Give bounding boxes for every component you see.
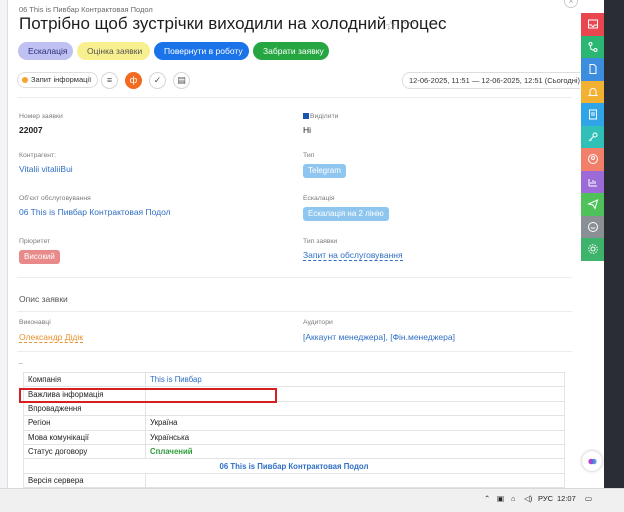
tray-app-icon[interactable]: ▣ bbox=[497, 494, 504, 503]
check-icon[interactable]: ✓ bbox=[149, 72, 166, 89]
table-key: Компанія bbox=[23, 371, 146, 388]
page-title: Потрібно щоб зустрічки виходили на холод… bbox=[19, 14, 447, 33]
important-info-highlight bbox=[19, 388, 277, 403]
rate-ticket-button[interactable]: Оцінка заявки bbox=[77, 42, 150, 60]
escalation-badge[interactable]: Ескалація на 2 лінію bbox=[303, 207, 389, 221]
escalation-label: Ескалація bbox=[303, 195, 335, 202]
ticket-number: 22007 bbox=[19, 125, 43, 135]
table-row: Регіон Україна bbox=[23, 415, 565, 431]
user-icon[interactable] bbox=[581, 148, 604, 171]
table-row: Компанія This is Пивбар bbox=[23, 371, 565, 388]
table-key: Мова комунікації bbox=[23, 429, 146, 445]
document-icon[interactable] bbox=[581, 58, 604, 81]
notifications-icon[interactable]: ▭ bbox=[585, 494, 592, 503]
contractor-link[interactable]: Vitalii vitaliiBui bbox=[19, 164, 73, 174]
service-object-link[interactable]: 06 This is Пивбар Контрактовая Подол bbox=[19, 207, 171, 217]
table-key: Версія сервера bbox=[23, 472, 146, 488]
separator-dash: – bbox=[19, 360, 23, 367]
auditors-label: Аудитори bbox=[303, 319, 333, 326]
inbox-icon[interactable] bbox=[581, 13, 604, 36]
priority-badge[interactable]: Високий bbox=[19, 250, 60, 264]
divider bbox=[17, 351, 572, 352]
request-info-label: Запит інформації bbox=[31, 75, 92, 84]
table-merged-heading: 06 This is Пивбар Контрактовая Подол bbox=[23, 458, 565, 474]
ticket-panel: × 06 This is Пивбар Контрактовая Подол П… bbox=[9, 0, 580, 488]
divider bbox=[17, 311, 572, 312]
table-key: Регіон bbox=[23, 415, 146, 431]
table-value bbox=[145, 400, 565, 417]
escalation-button[interactable]: Ескалація bbox=[18, 42, 73, 60]
breadcrumb[interactable]: 06 This is Пивбар Контрактовая Подол bbox=[19, 5, 153, 14]
language-indicator[interactable]: РУС bbox=[538, 494, 553, 503]
return-to-work-button[interactable]: Повернути в роботу bbox=[154, 42, 249, 60]
table-row: Статус договору Сплачений bbox=[23, 443, 565, 460]
bell-icon[interactable] bbox=[581, 80, 604, 103]
send-icon[interactable] bbox=[581, 193, 604, 216]
more-options-icon[interactable]: ⋯ bbox=[403, 15, 417, 31]
contractor-label: Контрагент: bbox=[19, 152, 57, 159]
highlight-label: Виділити bbox=[303, 113, 338, 120]
table-row: Версія сервера bbox=[23, 472, 565, 488]
gear-icon[interactable] bbox=[581, 238, 604, 261]
note-icon[interactable]: ▤ bbox=[173, 72, 190, 89]
date-range-display[interactable]: 12-06-2025, 11:51 — 12-06-2025, 12:51 (С… bbox=[402, 72, 580, 89]
divider bbox=[17, 277, 572, 278]
request-info-button[interactable]: Запит інформації bbox=[17, 72, 99, 88]
windows-taskbar: ⌃ ▣ ⌂ ◁) РУС 12:07 ▭ bbox=[0, 488, 624, 512]
description-title: Опис заявки bbox=[19, 294, 68, 304]
table-value[interactable]: This is Пивбар bbox=[145, 371, 565, 388]
volume-icon[interactable]: ◁) bbox=[524, 494, 532, 503]
table-row: 06 This is Пивбар Контрактовая Подол bbox=[23, 458, 565, 474]
chat-icon[interactable] bbox=[581, 215, 604, 238]
type-badge[interactable]: Telegram bbox=[303, 164, 346, 178]
clipboard-icon[interactable] bbox=[581, 103, 604, 126]
ticket-type-label: Тип заявки bbox=[303, 238, 338, 245]
right-toolbar bbox=[581, 13, 604, 261]
window-left-edge bbox=[0, 0, 8, 488]
window-right-edge bbox=[604, 0, 624, 488]
table-key: Впровадження bbox=[23, 400, 146, 417]
chart-icon[interactable] bbox=[581, 170, 604, 193]
clock[interactable]: 12:07 bbox=[557, 494, 576, 503]
take-ticket-button[interactable]: Забрати заявку bbox=[253, 42, 329, 60]
table-value: Сплачений bbox=[145, 443, 565, 460]
table-key: Статус договору bbox=[23, 443, 146, 460]
assignee-label: Виконавці bbox=[19, 319, 51, 326]
branch-icon[interactable] bbox=[581, 35, 604, 58]
close-icon[interactable]: × bbox=[564, 0, 578, 8]
status-dot-icon bbox=[22, 77, 28, 83]
assignee-link[interactable]: Олександр Дідік bbox=[19, 332, 83, 343]
network-icon[interactable]: ⌂ bbox=[511, 494, 516, 503]
star-icon[interactable]: ☆ bbox=[385, 18, 397, 34]
highlight-value[interactable]: Ні bbox=[303, 125, 311, 135]
auditors-link[interactable]: [Аккаунт менеджера], [Фін.менеджера] bbox=[303, 332, 455, 342]
key-icon[interactable] bbox=[581, 125, 604, 148]
service-object-label: Об'єкт обслуговування bbox=[19, 195, 91, 202]
flag-icon bbox=[303, 113, 309, 119]
assistant-icon[interactable] bbox=[582, 451, 602, 471]
split-icon[interactable]: ф bbox=[125, 72, 142, 89]
table-row: Впровадження bbox=[23, 400, 565, 417]
table-value: Українська bbox=[145, 429, 565, 445]
list-icon[interactable]: ≡ bbox=[101, 72, 118, 89]
priority-label: Пріоритет bbox=[19, 238, 51, 245]
type-label: Тип bbox=[303, 152, 315, 159]
divider bbox=[17, 97, 572, 98]
highlight-label-text: Виділити bbox=[310, 113, 339, 120]
tray-chevron-icon[interactable]: ⌃ bbox=[484, 494, 490, 503]
table-value: Україна bbox=[145, 415, 565, 431]
table-row: Мова комунікації Українська bbox=[23, 429, 565, 445]
ticket-type-link[interactable]: Запит на обслуговування bbox=[303, 250, 403, 261]
table-value bbox=[145, 472, 565, 488]
ticket-number-label: Номер заявки bbox=[19, 113, 63, 120]
